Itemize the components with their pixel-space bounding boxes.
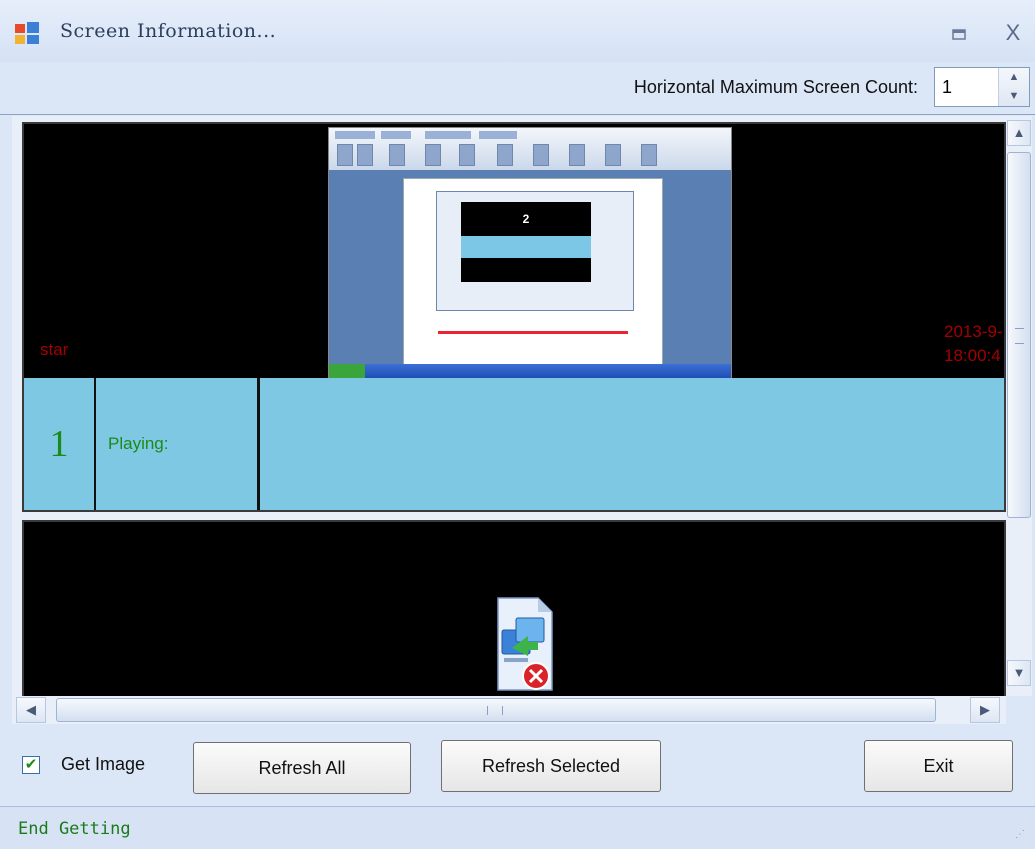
app-icon [15, 22, 39, 44]
close-button[interactable]: X [998, 18, 1028, 48]
thumbnail-taskbar [329, 364, 731, 378]
screen-name-label: star [40, 340, 69, 359]
checkmark-icon: ✔ [24, 756, 38, 773]
thumbnail-number: 2 [461, 202, 591, 236]
scroll-right-icon[interactable]: ▶ [970, 697, 1000, 723]
stepper-down-icon[interactable]: ▼ [999, 87, 1029, 106]
broken-image-icon [497, 597, 553, 691]
screen-information-window: Screen Information... X Horizontal Maxim… [0, 0, 1035, 849]
horizontal-count-value[interactable]: 1 [942, 77, 952, 98]
get-image-label[interactable]: Get Image [61, 754, 145, 775]
refresh-selected-button[interactable]: Refresh Selected [441, 740, 661, 792]
refresh-all-button[interactable]: Refresh All [193, 742, 411, 794]
stepper-up-icon[interactable]: ▲ [999, 68, 1029, 87]
screen-status: Playing: [96, 378, 260, 510]
stepper-buttons: ▲ ▼ [998, 68, 1029, 106]
scroll-down-icon[interactable]: ▼ [1007, 660, 1031, 686]
scroll-left-icon[interactable]: ◀ [16, 697, 46, 723]
minimize-icon [952, 29, 966, 40]
horizontal-count-label: Horizontal Maximum Screen Count: [633, 77, 918, 97]
thumbnail-dialog: 2 [436, 191, 634, 311]
horizontal-scrollbar[interactable]: ◀ ▶ [12, 696, 1006, 724]
window-title: Screen Information... [60, 20, 277, 42]
thumbnail-page: 2 [403, 178, 663, 366]
vertical-scroll-thumb[interactable] [1007, 152, 1031, 518]
screens-viewport: 2 star 2013-9- 18:00:4 1 Playing: [12, 116, 1006, 696]
screen-panel-2[interactable] [22, 520, 1006, 696]
screen-datetime-label: 2013-9- 18:00:4 [944, 320, 1006, 368]
horizontal-count-stepper[interactable]: 1 ▲ ▼ [934, 67, 1030, 107]
screen-index: 1 [24, 378, 96, 510]
toolbar: Horizontal Maximum Screen Count: [0, 62, 1035, 115]
thumbnail-ribbon [329, 128, 731, 170]
resize-grip-icon[interactable]: ⋰ [1015, 829, 1029, 843]
get-image-checkbox[interactable]: ✔ [22, 756, 40, 774]
status-text: End Getting [18, 819, 131, 839]
screen-date: 2013-9- [944, 322, 1003, 341]
screen-panel-1[interactable]: 2 star 2013-9- 18:00:4 1 Playing: [22, 122, 1006, 512]
exit-button[interactable]: Exit [864, 740, 1013, 792]
screen-time: 18:00:4 [944, 346, 1001, 365]
horizontal-scroll-thumb[interactable] [56, 698, 936, 722]
screen-info-row[interactable]: 1 Playing: [24, 378, 1004, 510]
minimize-button[interactable] [944, 18, 974, 48]
title-bar: Screen Information... X [0, 0, 1035, 62]
scroll-up-icon[interactable]: ▲ [1007, 120, 1031, 146]
vertical-scrollbar[interactable]: ▲ ▼ [1006, 116, 1032, 696]
status-bar: End Getting ⋰ [0, 806, 1035, 849]
screen-thumbnail[interactable]: 2 [328, 127, 732, 379]
